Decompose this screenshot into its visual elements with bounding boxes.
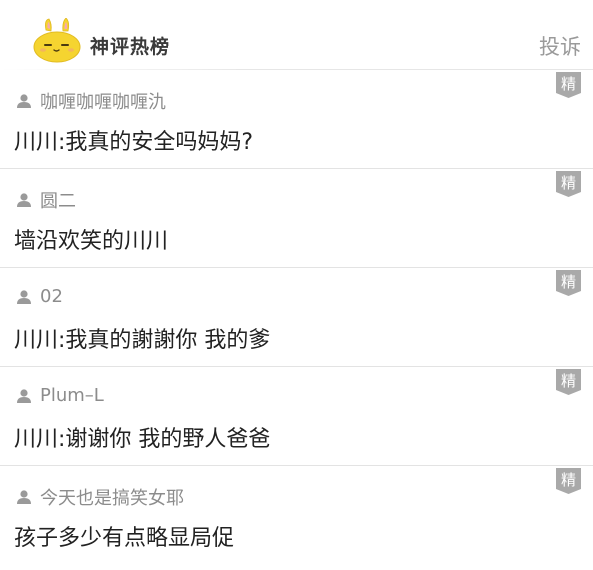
featured-badge-label: 精 bbox=[561, 174, 576, 192]
comment-user[interactable]: 圆二 bbox=[16, 187, 76, 213]
comment-user[interactable]: 02 bbox=[16, 286, 63, 307]
user-icon bbox=[17, 490, 31, 504]
user-icon bbox=[17, 388, 31, 403]
featured-badge-label: 精 bbox=[561, 471, 576, 489]
header: 神评热榜 投诉 bbox=[0, 0, 593, 70]
comment-text: 川川:谢谢你 我的野人爸爸 bbox=[14, 427, 271, 452]
comment-text: 墙沿欢笑的川川 bbox=[14, 229, 169, 254]
comment-user[interactable]: Plum–L bbox=[16, 385, 104, 406]
comment-item[interactable]: 精 咖喱咖喱咖喱氿 川川:我真的安全吗妈妈? bbox=[0, 70, 593, 169]
user-icon bbox=[17, 94, 31, 108]
featured-badge: 精 bbox=[556, 369, 581, 395]
comment-username: Plum–L bbox=[40, 385, 104, 406]
comment-item[interactable]: 精 Plum–L 川川:谢谢你 我的野人爸爸 bbox=[0, 367, 593, 466]
comment-username: 02 bbox=[40, 286, 63, 307]
comment-username: 圆二 bbox=[40, 191, 76, 212]
comment-user[interactable]: 今天也是搞笑女耶 bbox=[16, 484, 184, 510]
report-button[interactable]: 投诉 bbox=[539, 31, 581, 61]
comment-username: 咖喱咖喱咖喱氿 bbox=[40, 92, 166, 113]
featured-badge-label: 精 bbox=[561, 75, 576, 93]
comment-user[interactable]: 咖喱咖喱咖喱氿 bbox=[16, 88, 166, 114]
featured-badge: 精 bbox=[556, 171, 581, 197]
featured-badge: 精 bbox=[556, 72, 581, 98]
hot-comments-page: 神评热榜 投诉 精 咖喱咖喱咖喱氿 川川:我真的安全吗妈妈? 精 圆二 墙沿欢笑… bbox=[0, 0, 593, 570]
comment-item[interactable]: 精 02 川川:我真的謝謝你 我的爹 bbox=[0, 268, 593, 367]
user-icon bbox=[17, 289, 31, 304]
featured-badge-label: 精 bbox=[561, 372, 576, 390]
comment-text: 孩子多少有点略显局促 bbox=[14, 526, 235, 551]
yellow-mascot-icon bbox=[33, 18, 81, 63]
featured-badge: 精 bbox=[556, 270, 581, 296]
page-title: 神评热榜 bbox=[90, 36, 171, 58]
comment-list: 精 咖喱咖喱咖喱氿 川川:我真的安全吗妈妈? 精 圆二 墙沿欢笑的川川 精 02… bbox=[0, 70, 593, 565]
comment-item[interactable]: 精 圆二 墙沿欢笑的川川 bbox=[0, 169, 593, 268]
featured-badge: 精 bbox=[556, 468, 581, 494]
featured-badge-label: 精 bbox=[561, 273, 576, 291]
comment-text: 川川:我真的謝謝你 我的爹 bbox=[14, 328, 271, 353]
user-icon bbox=[17, 193, 31, 207]
comment-text: 川川:我真的安全吗妈妈? bbox=[14, 130, 254, 155]
comment-username: 今天也是搞笑女耶 bbox=[40, 488, 184, 509]
comment-item[interactable]: 精 今天也是搞笑女耶 孩子多少有点略显局促 bbox=[0, 466, 593, 565]
